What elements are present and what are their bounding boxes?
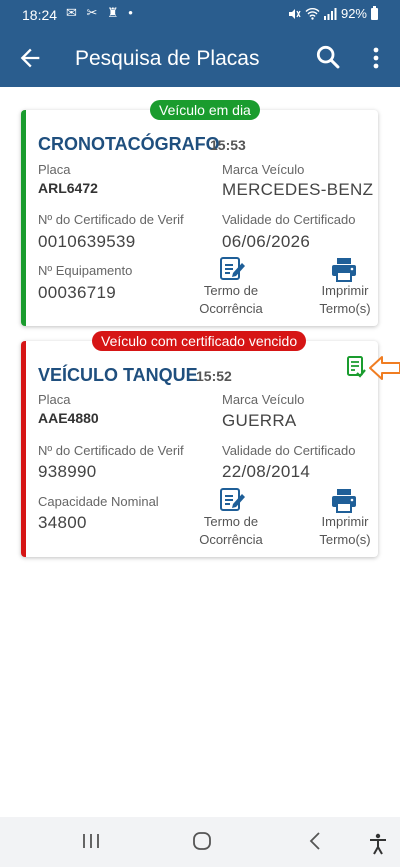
imprimir-line1: Imprimir — [321, 283, 369, 298]
mute-icon — [288, 8, 301, 19]
print-icon[interactable] — [330, 256, 358, 284]
recent-apps-icon[interactable] — [82, 831, 100, 851]
document-check-icon[interactable] — [346, 356, 366, 378]
battery-icon — [371, 5, 378, 20]
wifi-icon — [305, 8, 320, 20]
validade-label: Validade do Certificado — [222, 443, 356, 458]
arrow-left-icon[interactable] — [16, 44, 44, 72]
termo-line2: Ocorrência — [199, 532, 263, 547]
capacidade-value: 34800 — [38, 513, 87, 532]
system-icons: 92% — [287, 5, 378, 21]
search-icon[interactable] — [314, 43, 342, 71]
accessibility-icon[interactable] — [368, 833, 388, 855]
termo-ocorrencia-button[interactable]: Termo de Ocorrência — [194, 513, 268, 549]
imprimir-termos-button[interactable]: Imprimir Termo(s) — [312, 513, 378, 549]
marca-value: MERCEDES-BENZ — [222, 180, 374, 199]
imprimir-line2: Termo(s) — [319, 301, 371, 316]
signal-icon — [323, 7, 337, 20]
vehicle-type: CRONOTACÓGRAFO — [38, 134, 220, 154]
notification-icons: ✉ ✂ ♜ • — [66, 5, 136, 20]
certificado-value: 0010639539 — [38, 232, 136, 251]
placa-value: ARL6472 — [38, 180, 98, 196]
edit-document-icon[interactable] — [218, 485, 246, 513]
vehicle-card[interactable]: Veículo em dia CRONOTACÓGRAFO 15:53 Plac… — [21, 100, 378, 326]
validade-value: 22/08/2014 — [222, 462, 311, 481]
home-icon[interactable] — [192, 831, 212, 851]
termo-ocorrencia-button[interactable]: Termo de Ocorrência — [194, 282, 268, 318]
status-bar: 18:24 ✉ ✂ ♜ • 92% — [0, 0, 400, 30]
status-time: 18:24 — [22, 7, 58, 23]
termo-line1: Termo de — [203, 514, 259, 529]
marca-label: Marca Veículo — [222, 392, 305, 407]
placa-label: Placa — [38, 162, 71, 177]
certificado-label: Nº do Certificado de Verif — [38, 443, 184, 458]
equipamento-label: Nº Equipamento — [38, 263, 133, 278]
vehicle-card[interactable]: Veículo com certificado vencido VEÍCULO … — [21, 331, 400, 557]
validade-value: 06/06/2026 — [222, 232, 311, 251]
imprimir-line1: Imprimir — [321, 514, 369, 529]
status-badge: Veículo em dia — [150, 100, 260, 120]
marca-value: GUERRA — [222, 411, 297, 430]
page-title: Pesquisa de Placas — [75, 47, 260, 70]
capacidade-label: Capacidade Nominal — [38, 494, 159, 509]
pointer-arrow-icon — [369, 356, 400, 380]
imprimir-termos-button[interactable]: Imprimir Termo(s) — [312, 282, 378, 318]
edit-document-icon[interactable] — [218, 254, 246, 282]
certificado-value: 938990 — [38, 462, 97, 481]
termo-line1: Termo de — [203, 283, 259, 298]
system-nav-bar — [0, 817, 400, 867]
battery-percent: 92% — [340, 6, 367, 21]
marca-label: Marca Veículo — [222, 162, 305, 177]
more-vert-icon[interactable] — [364, 44, 388, 72]
termo-line2: Ocorrência — [199, 301, 263, 316]
status-badge: Veículo com certificado vencido — [92, 331, 307, 351]
certificado-label: Nº do Certificado de Verif — [38, 212, 184, 227]
vehicle-type: VEÍCULO TANQUE — [38, 365, 198, 385]
record-time: 15:52 — [196, 368, 232, 384]
validade-label: Validade do Certificado — [222, 212, 356, 227]
app-bar: Pesquisa de Placas — [0, 30, 400, 87]
imprimir-line2: Termo(s) — [319, 532, 371, 547]
record-time: 15:53 — [210, 137, 246, 153]
back-nav-icon[interactable] — [308, 831, 322, 851]
equipamento-value: 00036719 — [38, 283, 117, 302]
placa-label: Placa — [38, 392, 71, 407]
print-icon[interactable] — [330, 487, 358, 515]
placa-value: AAE4880 — [38, 410, 99, 426]
